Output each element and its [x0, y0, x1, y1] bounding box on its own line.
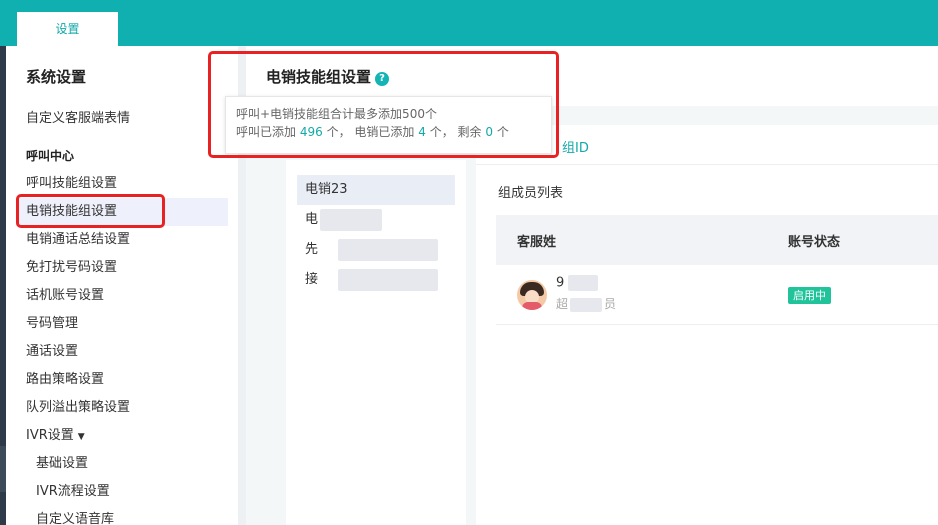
- sidebar-item-ivr-settings[interactable]: IVR设置 ▼: [26, 426, 85, 446]
- status-badge: 启用中: [788, 287, 831, 304]
- column-agent-name: 客服姓: [517, 235, 557, 250]
- sidebar-item-phone-account[interactable]: 话机账号设置: [26, 286, 104, 306]
- list-item[interactable]: 电销23: [297, 175, 455, 205]
- group-id-label: 组ID: [562, 141, 589, 156]
- member-list-title: 组成员列表: [498, 186, 564, 201]
- tab-settings[interactable]: 设置: [17, 12, 118, 46]
- avatar: [517, 280, 547, 310]
- list-item[interactable]: 先: [297, 235, 455, 265]
- sidebar-item-call-skill-group[interactable]: 呼叫技能组设置: [26, 174, 117, 194]
- sidebar: 系统设置 自定义客服端表情 呼叫中心 呼叫技能组设置 电销技能组设置 电销通话总…: [6, 46, 238, 525]
- list-item[interactable]: 接: [297, 265, 455, 295]
- sidebar-item-number-management[interactable]: 号码管理: [26, 314, 78, 334]
- sidebar-item-routing-strategy[interactable]: 路由策略设置: [26, 370, 104, 390]
- sidebar-title: 系统设置: [26, 68, 87, 86]
- top-bar: 设置: [0, 0, 938, 46]
- sidebar-item-voice-library[interactable]: 自定义语音库: [36, 510, 114, 525]
- sidebar-item-call-settings[interactable]: 通话设置: [26, 342, 78, 362]
- divider: [476, 164, 938, 165]
- list-item[interactable]: 电: [297, 205, 455, 235]
- sidebar-item-basic-settings[interactable]: 基础设置: [36, 454, 88, 474]
- group-detail-panel: 组ID 组成员列表 客服姓 账号状态 9 超员 启用中: [476, 125, 938, 525]
- table-row[interactable]: 9 超员 启用中: [496, 265, 938, 325]
- highlight-box-sidebar-item: [16, 194, 165, 228]
- sidebar-item-custom-emoji[interactable]: 自定义客服端表情: [26, 107, 130, 126]
- agent-role: 超员: [556, 297, 617, 312]
- sidebar-item-ivr-flow[interactable]: IVR流程设置: [36, 482, 110, 502]
- sidebar-item-label: IVR设置: [26, 428, 74, 443]
- sidebar-section-call-center: 呼叫中心: [26, 149, 75, 163]
- caret-down-icon: ▼: [77, 432, 85, 442]
- agent-name: 9: [556, 275, 599, 291]
- sidebar-item-sales-call-summary[interactable]: 电销通话总结设置: [26, 230, 130, 250]
- table-header: 客服姓 账号状态: [496, 215, 938, 265]
- highlight-box-title: [208, 51, 559, 158]
- column-account-status: 账号状态: [788, 235, 841, 250]
- skill-group-list: 电销23 电 先 接: [286, 160, 466, 525]
- sidebar-item-queue-overflow[interactable]: 队列溢出策略设置: [26, 398, 130, 418]
- sidebar-item-do-not-disturb[interactable]: 免打扰号码设置: [26, 258, 117, 278]
